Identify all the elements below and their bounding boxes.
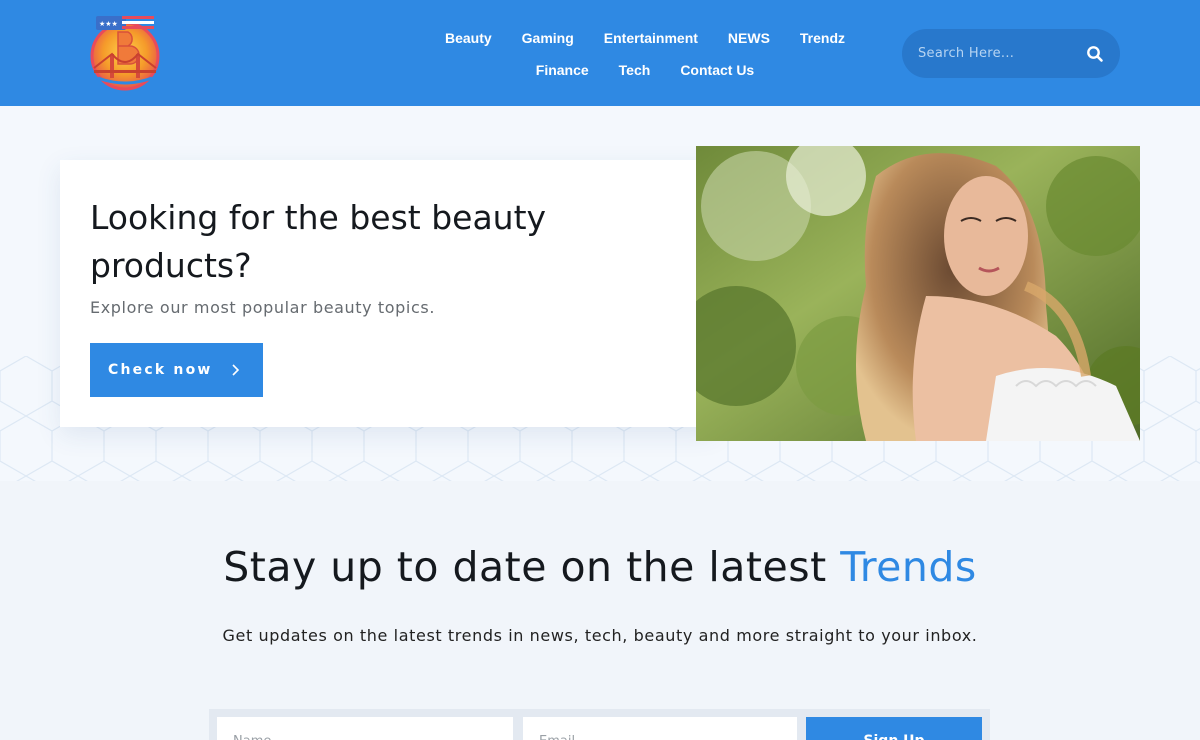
trends-subtitle: Get updates on the latest trends in news…	[222, 626, 978, 645]
nav-row-secondary: Finance Tech Contact Us	[420, 54, 870, 86]
nav-item-beauty[interactable]: Beauty	[445, 30, 492, 46]
site-logo[interactable]: ★★★	[88, 14, 162, 92]
hero-subtitle: Explore our most popular beauty topics.	[90, 298, 436, 317]
trends-title-prefix: Stay up to date on the latest	[223, 543, 841, 591]
nav-item-tech[interactable]: Tech	[619, 62, 651, 78]
email-field[interactable]	[523, 717, 797, 740]
nav-item-trendz[interactable]: Trendz	[800, 30, 845, 46]
site-header: ★★★ Beauty Gaming Entertainment NEWS Tre…	[0, 0, 1200, 106]
nav-item-news[interactable]: NEWS	[728, 30, 770, 46]
name-field[interactable]	[217, 717, 513, 740]
newsletter-form: Sign Up	[209, 709, 990, 740]
nav-item-gaming[interactable]: Gaming	[522, 30, 574, 46]
hero-section: Looking for the best beauty products? Ex…	[0, 106, 1200, 481]
nav-item-finance[interactable]: Finance	[536, 62, 589, 78]
search-icon[interactable]	[1086, 45, 1104, 63]
hero-photo	[696, 146, 1140, 441]
hero-title: Looking for the best beauty products?	[90, 198, 547, 285]
trends-title: Stay up to date on the latest Trends	[0, 543, 1200, 591]
check-now-button[interactable]: Check now	[90, 343, 263, 397]
main-nav: Beauty Gaming Entertainment NEWS Trendz …	[420, 22, 870, 86]
search-input[interactable]	[902, 29, 1082, 78]
chevron-right-icon	[230, 362, 242, 378]
nav-item-entertainment[interactable]: Entertainment	[604, 30, 698, 46]
trends-title-accent: Trends	[840, 543, 977, 591]
hero-card: Looking for the best beauty products? Ex…	[60, 160, 716, 427]
svg-text:★★★: ★★★	[99, 20, 118, 28]
search-box	[902, 29, 1120, 78]
nav-row-primary: Beauty Gaming Entertainment NEWS Trendz	[420, 22, 870, 54]
nav-item-contact-us[interactable]: Contact Us	[680, 62, 754, 78]
check-now-label: Check now	[108, 362, 213, 378]
sign-up-button[interactable]: Sign Up	[806, 717, 982, 740]
